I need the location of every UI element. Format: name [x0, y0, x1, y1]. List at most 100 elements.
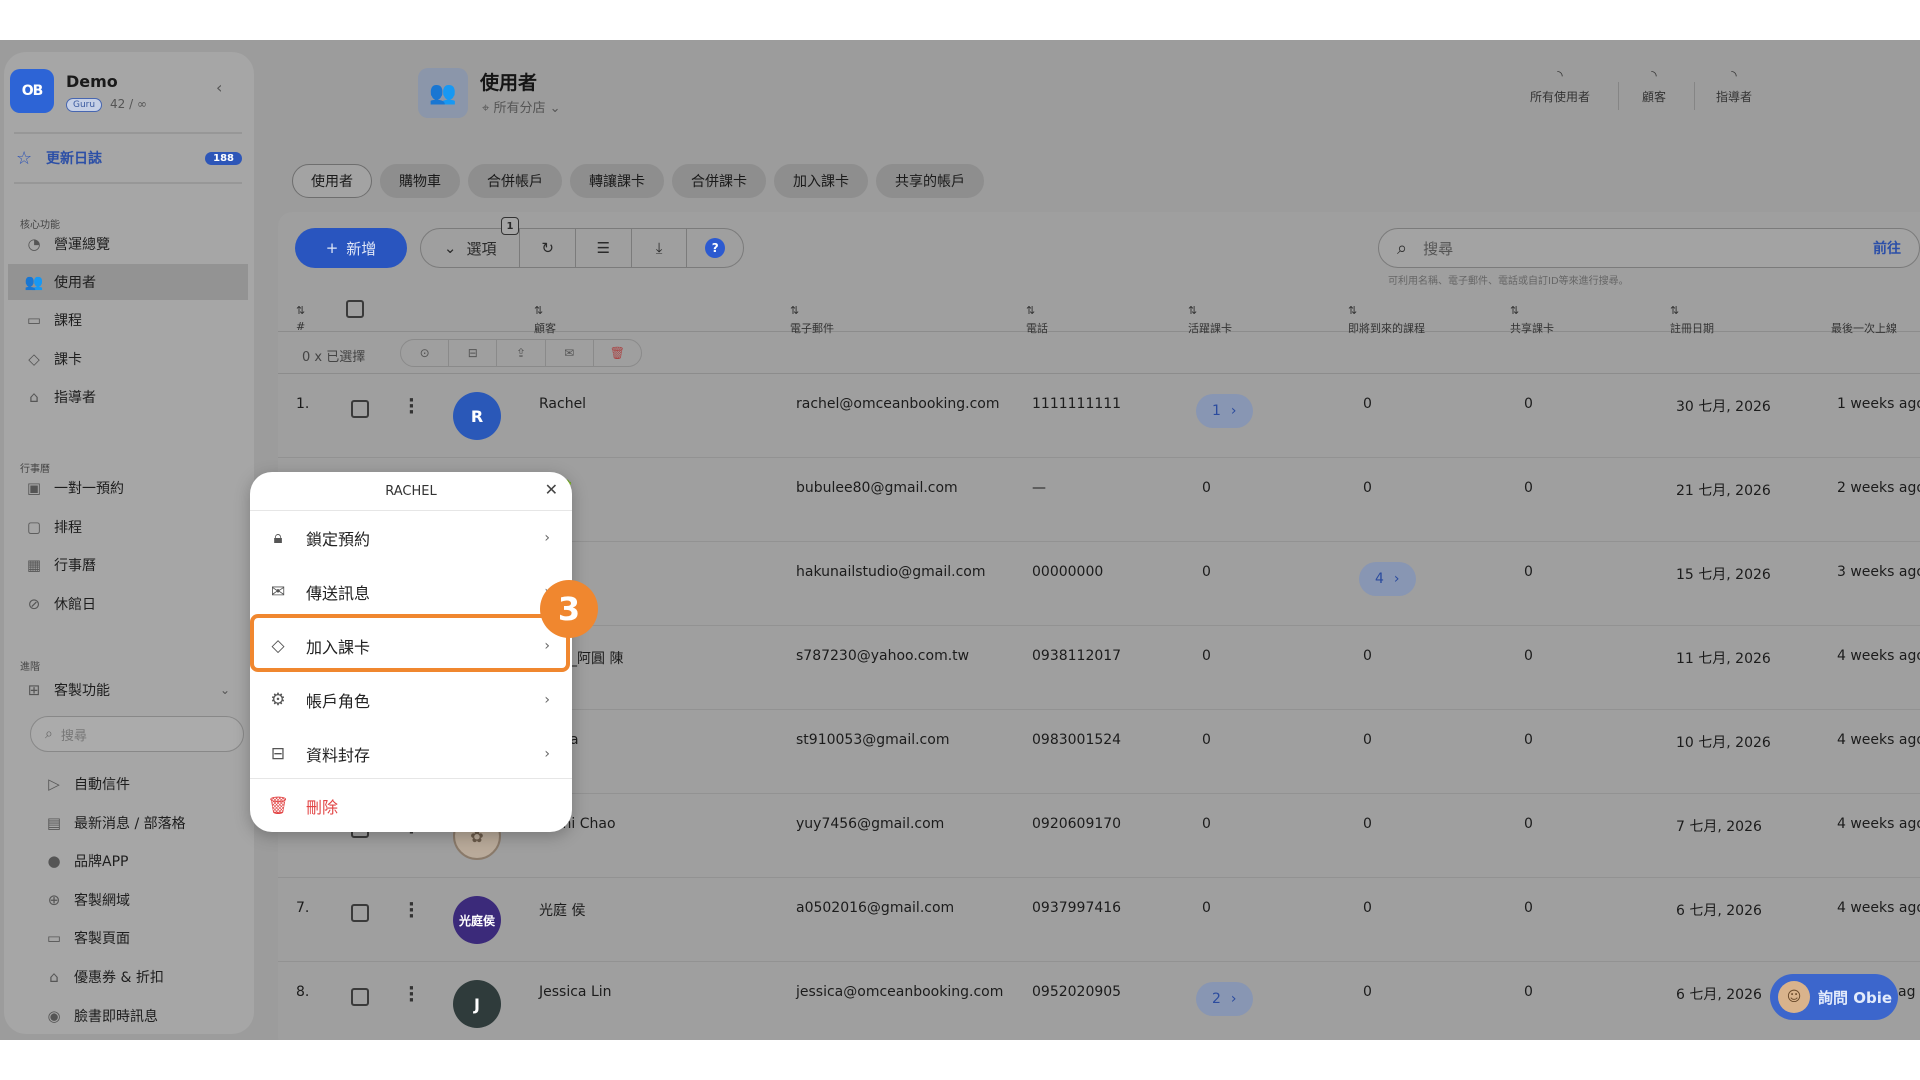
- sidebar-item-users[interactable]: 👥 使用者: [8, 264, 248, 300]
- select-all-checkbox[interactable]: [346, 300, 364, 318]
- sidebar-search-input[interactable]: ⌕ 搜尋: [30, 716, 244, 752]
- tab-merge-cards[interactable]: 合併課卡: [672, 164, 766, 198]
- email-cell: bubulee80@gmail.com: [796, 480, 958, 496]
- column-index[interactable]: # ⇅: [296, 304, 305, 333]
- sidebar-item-closed-days[interactable]: ⊘ 休館日: [8, 586, 248, 622]
- sidebar-item-custom-features[interactable]: ⊞ 客製功能 ⌄: [8, 672, 248, 708]
- email-cell: hakunailstudio@gmail.com: [796, 564, 986, 580]
- users-icon: 👥: [418, 68, 468, 118]
- search-go-button[interactable]: 前往: [1873, 238, 1901, 258]
- download-icon: ⤓: [655, 239, 663, 257]
- upcoming-pill[interactable]: 4 ›: [1359, 562, 1416, 596]
- tab-cart[interactable]: 購物車: [380, 164, 460, 198]
- customer-name[interactable]: 光庭 侯: [539, 900, 585, 920]
- divider: [1618, 82, 1619, 110]
- registered-cell: 21 七月, 2026: [1676, 483, 1771, 499]
- filter-button[interactable]: ☰: [576, 229, 632, 267]
- active-cards-pill[interactable]: 1 ›: [1196, 394, 1253, 428]
- active-cards-cell: 0: [1202, 648, 1211, 664]
- step-number-badge: 3: [540, 580, 598, 638]
- sidebar-item-schedule[interactable]: ▢ 排程: [8, 509, 248, 545]
- sidebar-item-dashboard[interactable]: ◔ 營運總覽: [8, 226, 248, 262]
- table-row[interactable]: 1. · · · R Rachel rachel@omceanbooking.com…: [278, 374, 1920, 458]
- app-logo[interactable]: OB: [10, 69, 54, 113]
- divider: [250, 778, 572, 779]
- tab-transfer-cards[interactable]: 轉讓課卡: [570, 164, 664, 198]
- sidebar-item-messenger[interactable]: ◉ 臉書即時訊息: [8, 998, 248, 1034]
- column-customer[interactable]: 顧客 ⇅: [534, 304, 556, 335]
- row-checkbox[interactable]: [351, 988, 369, 1006]
- tab-merge-accounts[interactable]: 合併帳戶: [468, 164, 562, 198]
- bulk-delete-icon[interactable]: 🗑: [594, 340, 641, 366]
- bulk-share-icon[interactable]: ⇪: [497, 340, 546, 366]
- sidebar-item-brand-app[interactable]: ● 品牌APP: [8, 843, 248, 879]
- active-cards-pill[interactable]: 2 ›: [1196, 982, 1253, 1016]
- active-cards-cell: 0: [1202, 564, 1211, 580]
- help-button[interactable]: ?: [687, 229, 743, 267]
- row-checkbox[interactable]: [351, 904, 369, 922]
- brand-name: Demo: [66, 72, 118, 91]
- email-cell: rachel@omceanbooking.com: [796, 396, 1000, 412]
- shared-cell: 0: [1524, 984, 1533, 1000]
- pill-count: 1: [1212, 403, 1221, 419]
- close-icon[interactable]: ✕: [545, 480, 558, 499]
- sidebar-item-coupons[interactable]: ⌂ 優惠券 & 折扣: [8, 959, 248, 995]
- menu-item-lock-booking[interactable]: 🔒︎ 鎖定預約 ›: [250, 512, 572, 564]
- customer-name[interactable]: _阿圓 陳: [570, 648, 623, 668]
- column-upcoming[interactable]: 即將到來的課程 ⇅: [1348, 304, 1425, 335]
- search-hint: 可利用名稱、電子郵件、電話或自訂ID等來進行搜尋。: [1388, 276, 1629, 287]
- bulk-mail-icon[interactable]: ✉: [546, 340, 594, 366]
- search-input[interactable]: ⌕ 搜尋 前往: [1378, 228, 1920, 268]
- bulk-status-icon[interactable]: ⊙: [401, 340, 450, 366]
- column-phone[interactable]: 電話 ⇅: [1026, 304, 1048, 335]
- menu-item-delete[interactable]: 🗑 刪除: [250, 780, 572, 832]
- row-checkbox[interactable]: [351, 400, 369, 418]
- row-menu-icon[interactable]: ···: [408, 896, 415, 926]
- calendar-grid-icon: ▦: [26, 556, 42, 574]
- customer-name[interactable]: Rachel: [539, 396, 586, 412]
- search-placeholder: 搜尋: [1423, 239, 1454, 258]
- options-dropdown[interactable]: ⌄ 選項 1: [421, 217, 521, 267]
- app-frame: OB Demo Guru 42 / ∞ ‹ ☆ 更新日誌 188 核心功能 ◔ 營…: [0, 40, 1920, 1040]
- tab-add-cards[interactable]: 加入課卡: [774, 164, 868, 198]
- sidebar-item-courses[interactable]: ▭ 課程: [8, 302, 248, 338]
- sidebar-item-one-on-one[interactable]: ▣ 一對一預約: [8, 470, 248, 506]
- column-registered[interactable]: 註冊日期 ⇅: [1670, 304, 1714, 335]
- email-cell: yuy7456@gmail.com: [796, 816, 945, 832]
- column-active-cards[interactable]: 活躍課卡 ⇅: [1188, 304, 1232, 335]
- tab-shared-accounts[interactable]: 共享的帳戶: [876, 164, 984, 198]
- row-menu-icon[interactable]: ···: [408, 980, 415, 1010]
- bulk-archive-icon[interactable]: ⊟: [449, 340, 498, 366]
- menu-item-account-role[interactable]: ⚙ 帳戶角色 ›: [250, 674, 572, 726]
- sidebar-item-cards[interactable]: ◇ 課卡: [8, 341, 248, 377]
- customer-name[interactable]: Jessica Lin: [539, 984, 612, 1000]
- sidebar-item-custom-domain[interactable]: ⊕ 客製網域: [8, 882, 248, 918]
- sidebar-item-news[interactable]: ▤ 最新消息 / 部落格: [8, 805, 248, 841]
- ask-obie-button[interactable]: ☺ 詢問 Obie: [1770, 974, 1898, 1020]
- changelog-link[interactable]: ☆ 更新日誌 188: [14, 140, 242, 176]
- last-online-cell: 2 weeks ago: [1837, 480, 1920, 496]
- table-row[interactable]: 8. · · · J Jessica Lin jessica@omceanbooki…: [278, 962, 1920, 1040]
- table-header: # ⇅ 顧客 ⇅ 電子郵件 ⇅ 電話 ⇅ 活躍課卡 ⇅ 即將到來的課程 ⇅ 共享…: [278, 288, 1920, 335]
- add-button[interactable]: + 新增: [295, 228, 407, 268]
- active-cards-cell: 0: [1202, 900, 1211, 916]
- sidebar-item-label: 排程: [54, 520, 82, 536]
- table-row[interactable]: 7. · · · 光庭侯 光庭 侯 a0502016@gmail.com 09379…: [278, 878, 1920, 962]
- branch-selector[interactable]: ⌖ 所有分店 ⌄: [482, 97, 561, 116]
- row-menu-icon[interactable]: ···: [408, 392, 415, 422]
- column-email[interactable]: 電子郵件 ⇅: [790, 304, 834, 335]
- collapse-sidebar-icon[interactable]: ‹: [216, 78, 222, 97]
- sidebar-item-custom-page[interactable]: ▭ 客製頁面: [8, 920, 248, 956]
- column-shared-cards[interactable]: 共享課卡 ⇅: [1510, 304, 1554, 335]
- menu-item-send-message[interactable]: ✉傳送訊息›: [250, 566, 572, 618]
- chevron-right-icon: ›: [544, 530, 550, 546]
- menu-item-archive[interactable]: ⊟ 資料封存 ›: [250, 728, 572, 780]
- sidebar-item-calendar[interactable]: ▦ 行事曆: [8, 547, 248, 583]
- refresh-button[interactable]: ↻: [520, 229, 577, 267]
- shared-cell: 0: [1524, 816, 1533, 832]
- tab-users[interactable]: 使用者: [292, 164, 372, 198]
- sidebar-item-auto-mail[interactable]: ▷ 自動信件: [8, 766, 248, 802]
- download-button[interactable]: ⤓: [632, 229, 688, 267]
- sidebar-item-instructors[interactable]: ⌂ 指導者: [8, 379, 248, 415]
- sliders-icon: ☰: [596, 239, 611, 257]
